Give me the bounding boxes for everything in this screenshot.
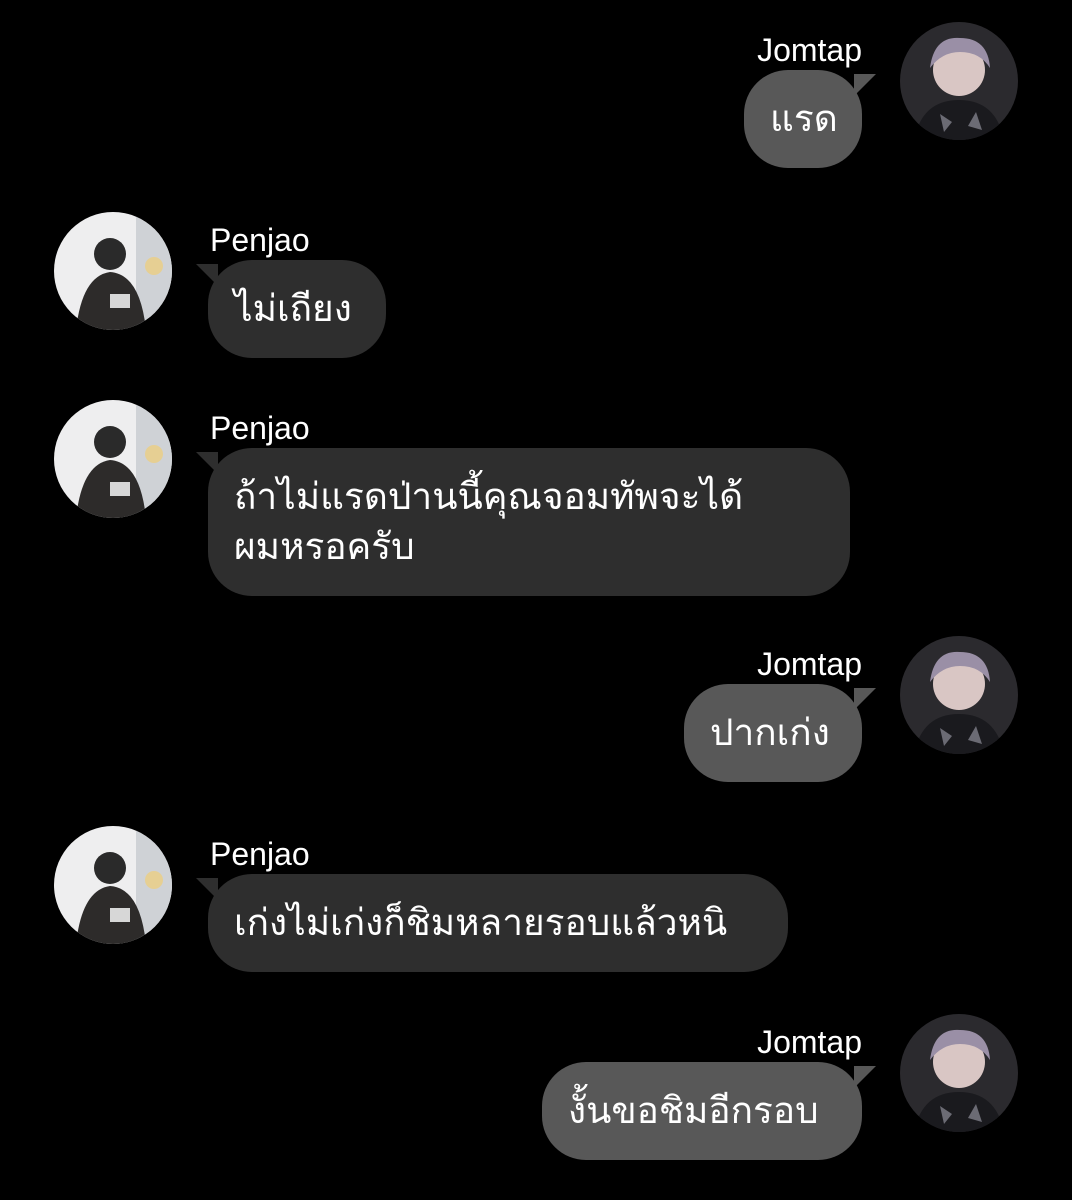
sender-name: Penjao [210,836,310,872]
chat-message-penjao: Penjao ถ้าไม่แรดป่านนี้คุณจอมทัพจะได้ ผม… [0,400,1072,610]
jomtap-avatar-icon[interactable] [900,1014,1018,1132]
bubble-tail [854,74,876,96]
sender-name: Jomtap [757,32,862,68]
message-bubble[interactable]: ปากเก่ง [684,684,862,782]
chat-message-jomtap: Jomtap ปากเก่ง [0,636,1072,796]
chat-message-penjao: Penjao ไม่เถียง [0,212,1072,372]
sender-name: Jomtap [757,1024,862,1060]
message-bubble[interactable]: แรด [744,70,862,168]
sender-name: Penjao [210,222,310,258]
message-bubble[interactable]: ไม่เถียง [208,260,386,358]
bubble-tail [854,1066,876,1088]
chat-message-jomtap: Jomtap งั้นขอชิมอีกรอบ [0,1014,1072,1174]
penjao-avatar-icon[interactable] [54,212,172,330]
chat-message-jomtap: Jomtap แรด [0,22,1072,182]
message-bubble[interactable]: ถ้าไม่แรดป่านนี้คุณจอมทัพจะได้ ผมหรอครับ [208,448,850,596]
penjao-avatar-icon[interactable] [54,826,172,944]
chat-message-penjao: Penjao เก่งไม่เก่งก็ชิมหลายรอบแล้วหนิ [0,826,1072,986]
sender-name: Jomtap [757,646,862,682]
sender-name: Penjao [210,410,310,446]
bubble-tail [854,688,876,710]
jomtap-avatar-icon[interactable] [900,22,1018,140]
message-bubble[interactable]: เก่งไม่เก่งก็ชิมหลายรอบแล้วหนิ [208,874,788,972]
message-bubble[interactable]: งั้นขอชิมอีกรอบ [542,1062,862,1160]
jomtap-avatar-icon[interactable] [900,636,1018,754]
penjao-avatar-icon[interactable] [54,400,172,518]
